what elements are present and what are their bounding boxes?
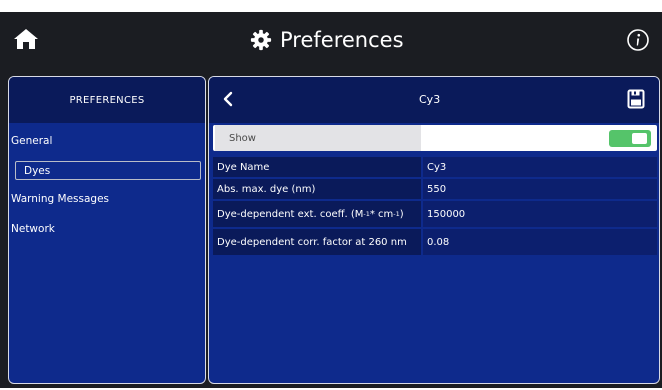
sidebar-item-warning-messages[interactable]: Warning Messages [11, 193, 109, 205]
sidebar-item-network[interactable]: Network [11, 223, 55, 235]
home-icon[interactable] [12, 26, 40, 52]
property-row-ext-coeff: Dye-dependent ext. coeff. (M -1 * cm -1) 1… [213, 201, 657, 227]
property-row-dye-name: Dye Name Cy3 [213, 157, 657, 177]
app-screen: Preferences PREFERENCES General Dyes War… [0, 12, 662, 388]
ext-coeff-label-text: Dye-dependent ext. coeff. (M [217, 208, 364, 220]
property-value[interactable]: 550 [423, 179, 657, 199]
show-label: Show [215, 125, 421, 151]
toggle-knob [632, 133, 647, 144]
property-value[interactable]: 150000 [423, 201, 657, 227]
detail-header: Cy3 [209, 77, 659, 123]
property-label: Abs. max. dye (nm) [213, 179, 421, 199]
preferences-sidebar: PREFERENCES General Dyes Warning Message… [8, 76, 206, 384]
top-bar: Preferences [0, 12, 662, 70]
save-icon[interactable] [627, 89, 645, 109]
property-value[interactable]: 0.08 [423, 229, 657, 255]
sidebar-title: PREFERENCES [9, 77, 205, 123]
info-icon[interactable] [626, 28, 650, 52]
detail-title: Cy3 [419, 93, 441, 106]
gear-icon [250, 29, 272, 51]
property-row-abs-max: Abs. max. dye (nm) 550 [213, 179, 657, 199]
property-label: Dye-dependent corr. factor at 260 nm [213, 229, 421, 255]
property-label: Dye Name [213, 157, 421, 177]
dye-detail-panel: Cy3 Show Dye Name Cy3 Abs. max. dye (nm)… [208, 76, 660, 384]
page-title: Preferences [280, 28, 404, 52]
ext-coeff-label-close: ) [399, 208, 404, 220]
show-toggle-row: Show [213, 125, 657, 151]
sidebar-item-general[interactable]: General [11, 135, 52, 147]
property-row-corr-factor: Dye-dependent corr. factor at 260 nm 0.0… [213, 229, 657, 255]
title-group: Preferences [250, 22, 404, 58]
show-toggle[interactable] [609, 130, 651, 147]
sidebar-item-label: Dyes [24, 164, 51, 177]
sidebar-item-dyes[interactable]: Dyes [15, 161, 201, 180]
property-label: Dye-dependent ext. coeff. (M -1 * cm -1) [213, 201, 421, 227]
ext-coeff-label-unit: * cm [369, 208, 394, 220]
property-value[interactable]: Cy3 [423, 157, 657, 177]
chevron-left-icon[interactable] [221, 91, 235, 107]
